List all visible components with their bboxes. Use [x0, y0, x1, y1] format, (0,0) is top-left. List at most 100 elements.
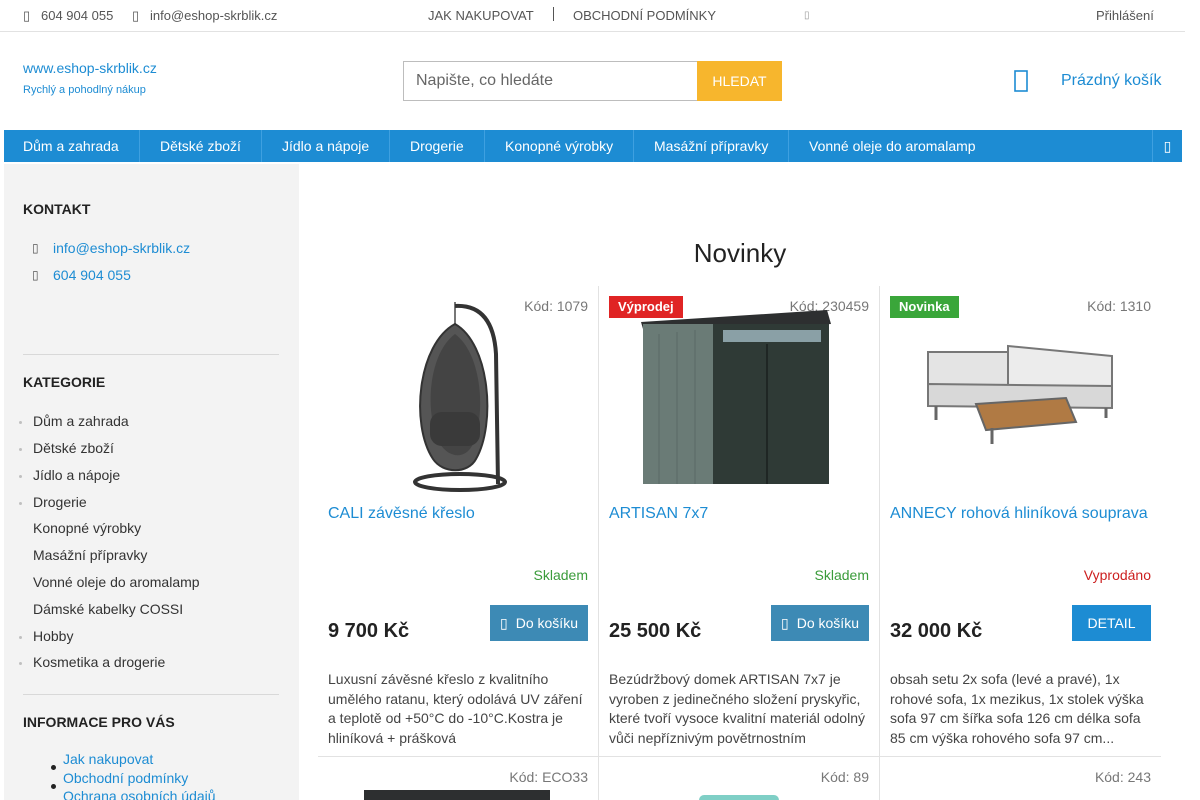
nav-divider — [484, 130, 485, 162]
envelope-icon: ▯ — [32, 241, 39, 255]
stock-status: Vyprodáno — [1083, 567, 1151, 583]
product-grid: Kód: 1079 CALI závěsné křeslo Skladem 9 … — [318, 286, 1161, 800]
cart-icon: ▯ — [500, 615, 508, 631]
add-to-cart-label: Do košíku — [796, 615, 859, 631]
search-button[interactable]: HLEDAT — [697, 61, 782, 101]
add-to-cart-button[interactable]: ▯ Do košíku — [771, 605, 869, 641]
product-price: 25 500 Kč — [609, 620, 702, 642]
phone-icon: ▯ — [23, 8, 31, 23]
stock-status: Skladem — [533, 567, 588, 583]
list-bullet — [51, 784, 56, 789]
cart-icon: ▯ — [781, 615, 789, 631]
product-image[interactable] — [318, 294, 599, 494]
category-bullet — [19, 421, 22, 424]
envelope-icon: ▯ — [132, 8, 140, 23]
category-bullet — [19, 475, 22, 478]
product-card: Novinka Kód: 1310 ANNECY rohová hliníkov… — [880, 286, 1161, 757]
nav-divider — [633, 130, 634, 162]
category-home-garden[interactable]: Dům a zahrada — [33, 413, 129, 429]
list-bullet — [51, 765, 56, 770]
nav-item-food[interactable]: Jídlo a nápoje — [282, 130, 369, 162]
category-drugstore[interactable]: Drogerie — [33, 494, 87, 510]
category-aroma-oils[interactable]: Vonné oleje do aromalamp — [33, 574, 200, 590]
product-name[interactable]: ARTISAN 7x7 — [609, 504, 871, 525]
cart-icon[interactable] — [1014, 70, 1028, 92]
nav-divider — [788, 130, 789, 162]
product-description: obsah setu 2x sofa (levé a pravé), 1x ro… — [890, 671, 1144, 746]
product-code: Kód: ECO33 — [509, 769, 588, 785]
nav-item-hemp[interactable]: Konopné výrobky — [505, 130, 613, 162]
category-kids[interactable]: Dětské zboží — [33, 440, 114, 456]
category-hobby[interactable]: Hobby — [33, 628, 73, 644]
sidebar-divider — [23, 354, 279, 355]
product-price: 32 000 Kč — [890, 620, 983, 642]
product-card: Kód: 1079 CALI závěsné křeslo Skladem 9 … — [318, 286, 599, 757]
nav-item-massage[interactable]: Masážní přípravky — [654, 130, 768, 162]
nav-item-drugstore[interactable]: Drogerie — [410, 130, 464, 162]
product-card: Kód: ECO33 — [318, 757, 599, 800]
product-card: Výprodej Kód: 230459 ARTISAN 7x7 Skladem… — [599, 286, 880, 757]
product-image[interactable] — [599, 294, 880, 494]
product-description: Bezúdržbový domek ARTISAN 7x7 je vyroben… — [609, 671, 865, 746]
site-tagline: Rychlý a pohodlný nákup — [23, 84, 146, 96]
category-bullet — [19, 502, 22, 505]
topbar-phone[interactable]: ▯ 604 904 055 — [23, 0, 113, 31]
add-to-cart-label: Do košíku — [515, 615, 578, 631]
category-bullet — [19, 662, 22, 665]
top-bar: ▯ 604 904 055 ▯ info@eshop-skrblik.cz JAK … — [0, 0, 1185, 32]
category-handbags[interactable]: Dámské kabelky COSSI — [33, 601, 183, 617]
detail-button[interactable]: DETAIL — [1072, 605, 1151, 641]
product-image[interactable] — [699, 795, 779, 800]
search-input[interactable] — [403, 61, 697, 101]
topbar-email[interactable]: ▯ info@eshop-skrblik.cz — [132, 0, 277, 31]
site-logo[interactable]: www.eshop-skrblik.cz — [23, 60, 157, 76]
product-name[interactable]: ANNECY rohová hliníková souprava — [890, 504, 1152, 525]
nav-search-icon[interactable]: ▯ — [1152, 130, 1182, 162]
cart-link[interactable]: Prázdný košík — [1061, 72, 1161, 90]
category-hemp[interactable]: Konopné výrobky — [33, 520, 141, 536]
topbar-more-icon[interactable]: ▯ — [804, 0, 810, 31]
sidebar: KONTAKT ▯ info@eshop-skrblik.cz ▯ 604 90… — [4, 164, 299, 800]
contact-title: KONTAKT — [23, 201, 91, 217]
category-food[interactable]: Jídlo a nápoje — [33, 467, 120, 483]
info-link-privacy[interactable]: Ochrana osobních údajů — [63, 788, 216, 800]
contact-phone-link[interactable]: 604 904 055 — [53, 267, 131, 283]
product-description: Luxusní závěsné křeslo z kvalitního uměl… — [328, 671, 583, 746]
categories-title: KATEGORIE — [23, 374, 106, 390]
phone-icon: ▯ — [32, 268, 39, 282]
nav-divider — [261, 130, 262, 162]
nav-item-kids[interactable]: Dětské zboží — [160, 130, 241, 162]
search-form: HLEDAT — [403, 61, 782, 101]
category-bullet — [19, 636, 22, 639]
nav-divider — [389, 130, 390, 162]
product-card: Kód: 89 — [599, 757, 880, 800]
contact-email-link[interactable]: info@eshop-skrblik.cz — [53, 240, 190, 256]
topbar-email-text: info@eshop-skrblik.cz — [150, 8, 278, 23]
login-link[interactable]: Přihlášení — [1096, 0, 1154, 31]
product-card: Kód: 243 — [880, 757, 1161, 800]
product-price: 9 700 Kč — [328, 620, 410, 642]
nav-item-aroma-oils[interactable]: Vonné oleje do aromalamp — [809, 130, 976, 162]
category-cosmetics[interactable]: Kosmetika a drogerie — [33, 654, 165, 670]
add-to-cart-button[interactable]: ▯ Do košíku — [490, 605, 588, 641]
product-code: Kód: 243 — [1094, 769, 1151, 785]
nav-divider — [139, 130, 140, 162]
category-bullet — [19, 448, 22, 451]
topbar-separator — [553, 7, 554, 21]
info-title: INFORMACE PRO VÁS — [23, 714, 175, 730]
product-image[interactable] — [364, 790, 550, 800]
product-image[interactable] — [880, 294, 1161, 494]
nav-item-home-garden[interactable]: Dům a zahrada — [23, 130, 119, 162]
stock-status: Skladem — [814, 567, 869, 583]
page-title: Novinky — [693, 238, 787, 268]
product-name[interactable]: CALI závěsné křeslo — [328, 504, 590, 525]
info-link-terms[interactable]: Obchodní podmínky — [63, 770, 188, 786]
main-nav: Dům a zahrada Dětské zboží Jídlo a nápoj… — [4, 130, 1182, 162]
topbar-phone-text: 604 904 055 — [41, 8, 114, 23]
info-link-how-to-buy[interactable]: Jak nakupovat — [63, 751, 153, 767]
topbar-link-terms[interactable]: OBCHODNÍ PODMÍNKY — [573, 0, 716, 31]
topbar-link-how-to-buy[interactable]: JAK NAKUPOVAT — [428, 0, 534, 31]
product-code: Kód: 89 — [820, 769, 869, 785]
sidebar-divider — [23, 694, 279, 695]
category-massage[interactable]: Masážní přípravky — [33, 547, 147, 563]
